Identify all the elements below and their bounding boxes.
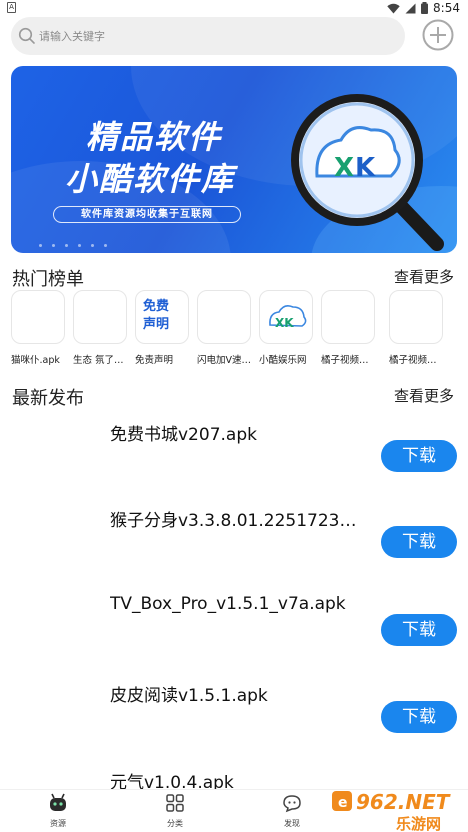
notification-icon: A <box>7 2 16 13</box>
search-placeholder: 请输入关键字 <box>39 30 105 43</box>
search-input[interactable]: 请输入关键字 <box>11 17 405 55</box>
list-item[interactable]: 元气v1.0.4.apk <box>0 768 468 789</box>
svg-text:e: e <box>338 795 348 811</box>
signal-icon <box>405 3 416 13</box>
app-name: TV_Box_Pro_v1.5.1_v7a.apk <box>110 594 346 614</box>
search-row: 请输入关键字 <box>0 16 468 58</box>
download-button[interactable]: 下载 <box>381 440 457 472</box>
watermark-domain: 962.NET <box>356 790 451 814</box>
list-item[interactable]: 皮皮阅读v1.5.1.apk 下载 <box>0 681 468 769</box>
nav-label: 资源 <box>50 819 66 828</box>
grid-icon <box>166 794 184 812</box>
hot-item[interactable]: 橘子视频… <box>389 290 443 366</box>
app-icon <box>321 290 375 344</box>
app-icon <box>197 290 251 344</box>
free-statement-icon: 免费 声明 <box>135 290 189 344</box>
hot-item-name: 橘子视频… <box>321 355 369 366</box>
xk-logo-icon: XK <box>259 290 313 344</box>
banner-title-line2: 小酷软件库 <box>65 160 236 198</box>
app-name: 元气v1.0.4.apk <box>110 773 234 789</box>
free-statement-line1: 免费 <box>143 299 170 314</box>
hot-more-link[interactable]: 查看更多 <box>394 266 454 287</box>
hot-item[interactable]: 猫咪仆.apk <box>11 290 65 366</box>
app-name: 猴子分身v3.3.8.01.2251723… <box>110 511 357 531</box>
latest-more-link[interactable]: 查看更多 <box>394 385 454 406</box>
free-statement-line2: 声明 <box>143 317 170 332</box>
hot-item[interactable]: 橘子视频… <box>321 290 375 366</box>
download-button[interactable]: 下载 <box>381 526 457 558</box>
svg-text:X: X <box>334 153 354 183</box>
app-icon <box>11 290 65 344</box>
hot-item[interactable]: 生态 氛了… <box>73 290 127 366</box>
hot-item-name: 橘子视频… <box>389 355 437 366</box>
banner-title-line1: 精品软件 <box>86 118 223 156</box>
nav-item-categories[interactable]: 分类 <box>145 793 205 829</box>
hot-item-name: 闪电加V速… <box>197 355 251 366</box>
download-button[interactable]: 下载 <box>381 614 457 646</box>
app-name: 皮皮阅读v1.5.1.apk <box>110 686 268 706</box>
latest-section-title: 最新发布 <box>12 388 84 409</box>
svg-text:K: K <box>355 153 376 183</box>
hot-list: 猫咪仆.apk 生态 氛了… 免费 声明 免责声明 闪电加V速… XK 小酷娱乐… <box>11 290 468 370</box>
watermark-site-name: 乐游网 <box>396 815 441 832</box>
nav-label: 分类 <box>167 819 183 828</box>
chat-face-icon <box>283 795 301 813</box>
app-icon <box>73 290 127 344</box>
nav-item-discover[interactable]: 发现 <box>262 793 322 829</box>
add-button[interactable] <box>422 19 454 51</box>
clock: 8:54 <box>433 1 460 15</box>
banner-subtitle: 软件库资源均收集于互联网 <box>53 206 241 223</box>
wifi-icon <box>387 3 400 14</box>
search-icon <box>18 27 35 44</box>
download-button[interactable]: 下载 <box>381 701 457 733</box>
app-name: 免费书城v207.apk <box>110 425 257 445</box>
promo-banner[interactable]: 精品软件 小酷软件库 软件库资源均收集于互联网 X K <box>11 66 457 253</box>
hot-item[interactable]: XK 小酷娱乐网 <box>259 290 313 366</box>
hot-item-name: 猫咪仆.apk <box>11 355 60 366</box>
magnifier-logo-icon: X K <box>291 94 444 251</box>
hot-item[interactable]: 免费 声明 免责声明 <box>135 290 189 366</box>
hot-item-name: 生态 氛了… <box>73 355 124 366</box>
list-item[interactable]: TV_Box_Pro_v1.5.1_v7a.apk 下载 <box>0 594 468 682</box>
hot-item[interactable]: 闪电加V速… <box>197 290 251 366</box>
site-watermark: e 962.NET 乐游网 <box>332 790 451 832</box>
nav-label: 发现 <box>284 819 300 828</box>
list-item[interactable]: 猴子分身v3.3.8.01.2251723… 下载 <box>0 506 468 594</box>
list-item[interactable]: 免费书城v207.apk 下载 <box>0 418 468 506</box>
app-icon <box>389 290 443 344</box>
battery-icon <box>421 2 429 14</box>
nav-item-resources[interactable]: 资源 <box>28 793 88 829</box>
hot-section-title: 热门榜单 <box>12 269 84 290</box>
robot-icon <box>50 793 66 811</box>
status-bar: A 8:54 <box>0 0 468 16</box>
banner-pagination <box>39 244 107 247</box>
hot-item-name: 小酷娱乐网 <box>259 355 307 366</box>
hot-item-name: 免责声明 <box>135 355 174 366</box>
status-icons: 8:54 <box>387 1 460 15</box>
xk-logo-text: XK <box>275 316 294 330</box>
